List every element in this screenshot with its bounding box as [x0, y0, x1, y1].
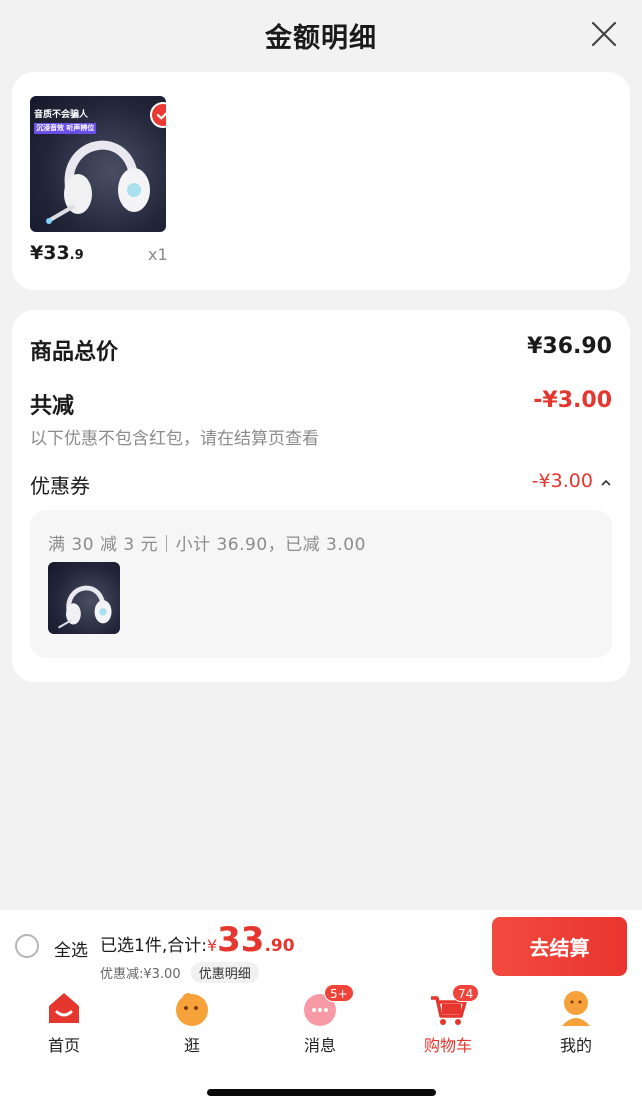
- price-detail-card: 商品总价 ¥36.90 共减 -¥3.00 以下优惠不包含红包，请在结算页查看 …: [12, 310, 630, 682]
- coupon-label: 优惠券: [30, 474, 90, 498]
- cart-icon: 74: [428, 984, 480, 1028]
- product-card: 音质不会骗人 沉浸音效 听声辨位 ¥33.9 x1: [12, 72, 630, 290]
- reduce-value: -¥3.00: [533, 388, 612, 413]
- page-title: 金额明细: [265, 22, 377, 54]
- product-price-decimal: .9: [69, 248, 84, 263]
- discount-detail-button[interactable]: 优惠明细: [190, 962, 259, 983]
- coupon-value-group[interactable]: -¥3.00: [532, 470, 612, 492]
- tab-home-label: 首页: [47, 1036, 80, 1055]
- image-caption-tag: 沉浸音效 听声辨位: [34, 123, 97, 134]
- product-price: ¥33.9: [30, 242, 84, 264]
- profile-icon: [556, 988, 596, 1028]
- tab-messages-label: 消息: [303, 1036, 336, 1055]
- total-int: 33: [217, 920, 265, 960]
- coupon-detail-box: 满 30 减 3 元｜小计 36.90，已减 3.00: [30, 510, 612, 658]
- coupon-description: 满 30 减 3 元｜小计 36.90，已减 3.00: [48, 535, 366, 555]
- home-icon: [44, 988, 84, 1028]
- message-badge: 5+: [324, 984, 354, 1002]
- tab-browse-label: 逛: [183, 1036, 200, 1055]
- cart-badge: 74: [452, 984, 480, 1002]
- coupon-product-image[interactable]: [48, 562, 120, 634]
- close-icon[interactable]: [590, 20, 618, 48]
- tab-cart[interactable]: 74 购物车: [408, 984, 488, 1056]
- tab-home[interactable]: 首页: [24, 988, 104, 1056]
- message-icon: 5+: [300, 984, 354, 1028]
- select-all-label[interactable]: 全选: [54, 936, 88, 961]
- discount-note: 以下优惠不包含红包，请在结算页查看: [30, 429, 319, 449]
- checkout-bar: 全选 已选1件,合计:¥33.90 优惠减:¥3.00 优惠明细 去结算: [0, 910, 642, 984]
- total-price-label: 商品总价: [30, 340, 119, 365]
- tab-messages[interactable]: 5+ 消息: [280, 984, 360, 1056]
- discount-line: 优惠减:¥3.00 优惠明细: [100, 962, 259, 983]
- chevron-up-icon: [601, 479, 611, 486]
- total-dec: .90: [264, 936, 295, 956]
- reduce-label: 共减: [30, 394, 75, 419]
- home-indicator[interactable]: [207, 1089, 436, 1096]
- total-yen: ¥: [206, 936, 218, 955]
- tab-browse[interactable]: 逛: [152, 988, 232, 1056]
- tab-profile-label: 我的: [559, 1036, 592, 1055]
- modal-header: 金额明细: [0, 0, 642, 70]
- product-image[interactable]: 音质不会骗人 沉浸音效 听声辨位: [30, 96, 166, 232]
- tab-profile[interactable]: 我的: [536, 988, 616, 1056]
- selected-text: 已选1件,合计:: [100, 936, 207, 956]
- product-quantity: x1: [148, 245, 168, 264]
- discount-text: 优惠减:¥3.00: [100, 967, 181, 982]
- headphone-image: [58, 585, 112, 629]
- image-caption: 音质不会骗人 沉浸音效 听声辨位: [34, 110, 97, 134]
- select-all-radio[interactable]: [15, 934, 39, 958]
- checkout-button[interactable]: 去结算: [492, 917, 627, 976]
- total-price-value: ¥36.90: [527, 334, 612, 359]
- tab-cart-label: 购物车: [423, 1036, 472, 1055]
- image-caption-line: 音质不会骗人: [34, 110, 89, 120]
- browse-icon: [172, 988, 212, 1028]
- selected-summary: 已选1件,合计:¥33.90: [100, 920, 295, 960]
- product-price-main: ¥33: [30, 242, 70, 264]
- coupon-value: -¥3.00: [531, 470, 593, 492]
